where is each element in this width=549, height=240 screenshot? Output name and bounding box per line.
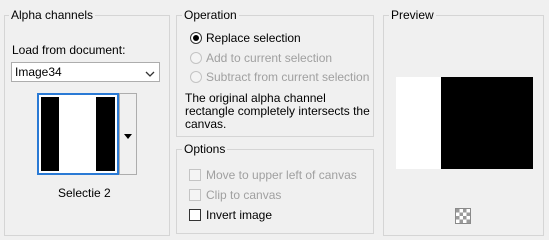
move-to-upper-left-checkbox[interactable]	[189, 169, 201, 181]
thumbnail-caption: Selectie 2	[58, 186, 111, 200]
invert-image-label[interactable]: Invert image	[206, 208, 272, 222]
invert-image-checkbox[interactable]	[189, 209, 201, 221]
thumbnail-dropdown-button[interactable]	[119, 93, 137, 175]
operation-message: The original alpha channel rectangle com…	[185, 91, 370, 131]
operation-title: Operation	[182, 8, 239, 22]
document-dropdown[interactable]: Image34	[11, 62, 160, 82]
subtract-from-selection-radio[interactable]	[190, 71, 202, 83]
subtract-from-selection-label[interactable]: Subtract from current selection	[206, 70, 369, 84]
thumbnail-white-area	[59, 97, 96, 171]
options-title: Options	[182, 142, 228, 156]
triangle-down-icon	[123, 129, 133, 143]
replace-selection-label[interactable]: Replace selection	[206, 31, 301, 45]
preview-image	[396, 77, 533, 169]
checkerboard-icon[interactable]	[455, 208, 471, 224]
thumbnail-image	[41, 97, 115, 171]
preview-white-area	[396, 77, 441, 169]
add-to-selection-label[interactable]: Add to current selection	[206, 51, 332, 65]
add-to-selection-radio[interactable]	[190, 52, 202, 64]
replace-selection-radio[interactable]	[190, 32, 202, 44]
move-to-upper-left-label[interactable]: Move to upper left of canvas	[206, 168, 357, 182]
preview-title: Preview	[389, 8, 436, 22]
clip-to-canvas-label[interactable]: Clip to canvas	[206, 188, 281, 202]
load-from-document-label: Load from document:	[12, 43, 126, 57]
chevron-down-icon	[145, 67, 155, 81]
document-dropdown-value: Image34	[15, 65, 62, 79]
alpha-channels-title: Alpha channels	[9, 8, 96, 22]
clip-to-canvas-checkbox[interactable]	[189, 189, 201, 201]
channel-thumbnail[interactable]	[37, 93, 119, 175]
